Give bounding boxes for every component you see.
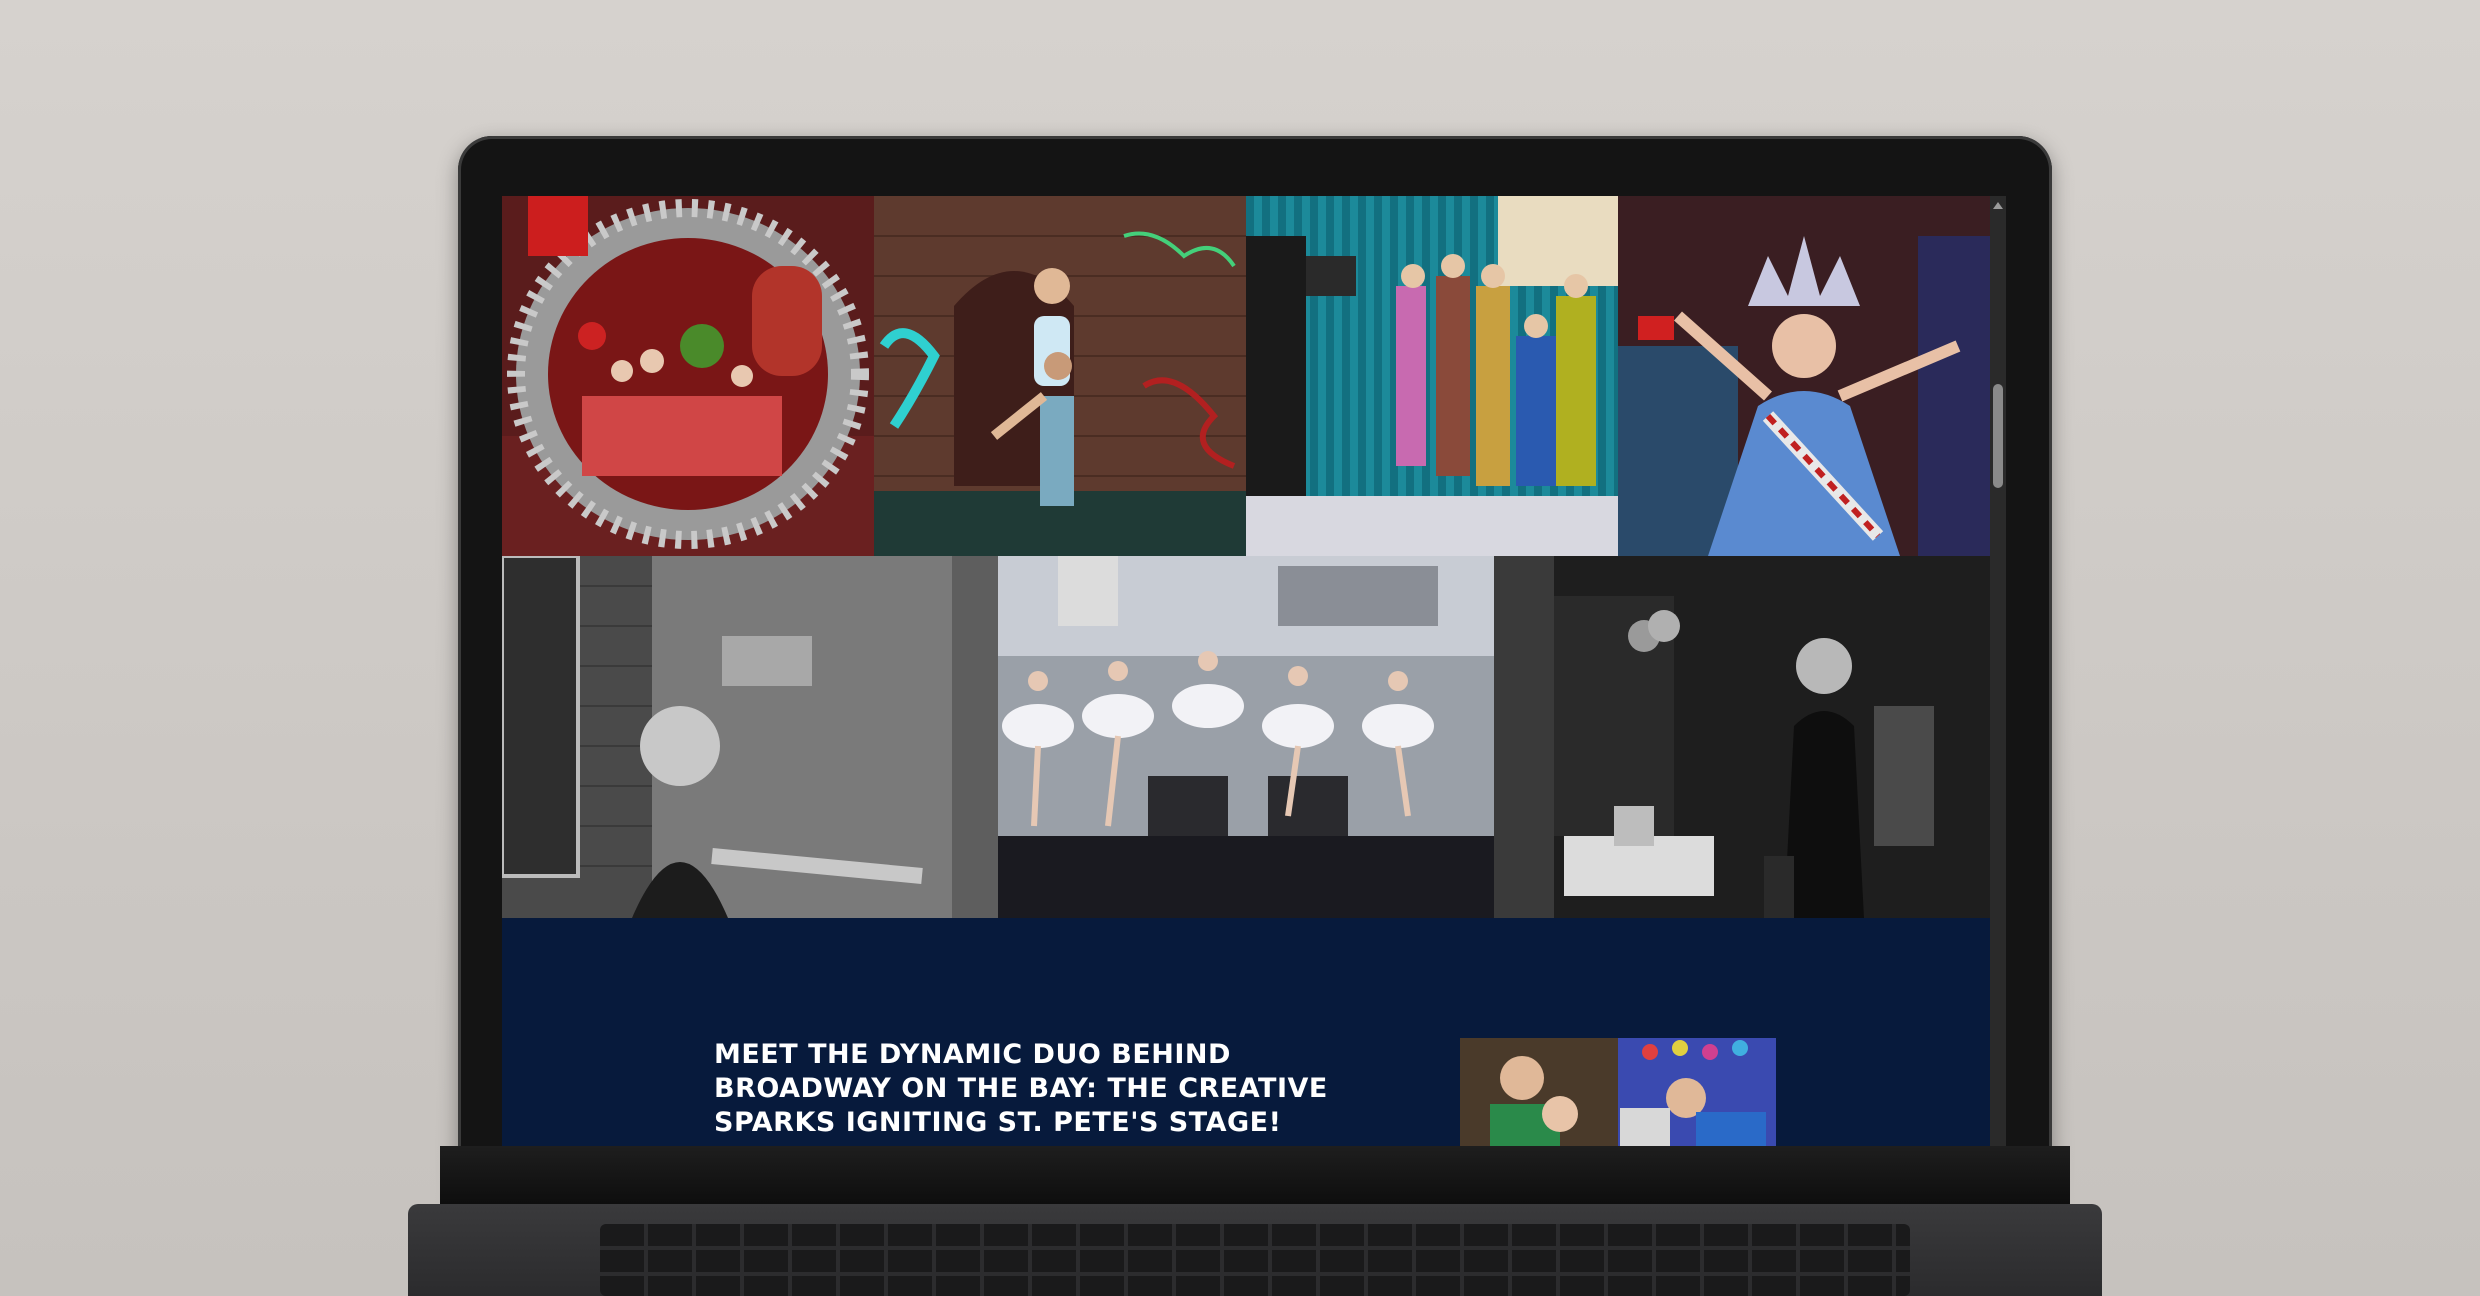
gallery-row-2: [502, 556, 1990, 918]
scroll-up-arrow-icon[interactable]: [1993, 202, 2003, 209]
backstage-portrait-photo[interactable]: [1494, 556, 1990, 918]
gallery-row-1: [502, 196, 1990, 556]
feature-article-thumbnail[interactable]: [1460, 1038, 1776, 1146]
laptop-keyboard: [600, 1224, 1910, 1296]
film-set-photo[interactable]: [1246, 196, 1618, 556]
feature-band: MEET THE DYNAMIC DUO BEHIND BROADWAY ON …: [502, 918, 1990, 1146]
feature-article-title[interactable]: MEET THE DYNAMIC DUO BEHIND BROADWAY ON …: [714, 1038, 1414, 1140]
laptop-hinge: [440, 1146, 2070, 1204]
laptop-screen: MEET THE DYNAMIC DUO BEHIND BROADWAY ON …: [502, 196, 2006, 1146]
holiday-show-photo[interactable]: [502, 196, 874, 556]
page-scrollbar[interactable]: [1990, 196, 2006, 1146]
scrollbar-thumb[interactable]: [1993, 384, 2003, 488]
street-dance-photo[interactable]: [874, 196, 1246, 556]
stage-door-photo[interactable]: [502, 556, 998, 918]
liberty-costume-photo[interactable]: [1618, 196, 1990, 556]
ballet-performance-photo[interactable]: [998, 556, 1494, 918]
